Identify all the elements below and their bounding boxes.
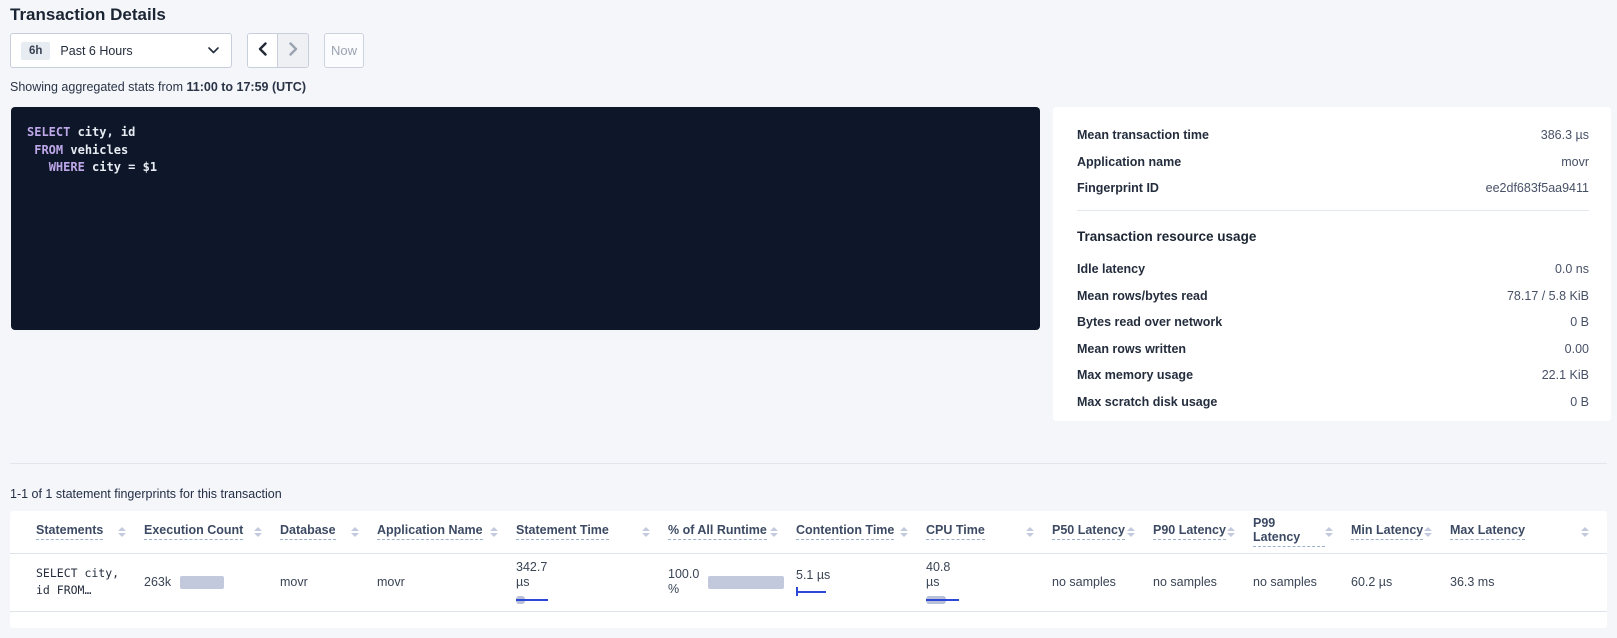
resource-row: Bytes read over network 0 B: [1077, 315, 1589, 329]
col-header-execution-count[interactable]: Execution Count: [144, 511, 280, 553]
cell-statement[interactable]: SELECT city, id FROM…: [10, 553, 144, 611]
previous-time-button[interactable]: [248, 34, 278, 67]
statements-table-card: Statements Execution Count Database Appl…: [10, 511, 1607, 628]
chevron-down-icon: [208, 47, 219, 54]
resource-row: Idle latency 0.0 ns: [1077, 262, 1589, 276]
cell-pct-runtime: 100.0 %: [668, 553, 796, 611]
section-divider: [10, 463, 1607, 464]
cell-p90-latency: no samples: [1153, 553, 1253, 611]
col-header-statement-time[interactable]: Statement Time: [516, 511, 668, 553]
now-button[interactable]: Now: [324, 33, 364, 68]
cell-max-latency: 36.3 ms: [1450, 553, 1607, 611]
time-step-buttons: [247, 33, 309, 68]
sort-arrows-icon[interactable]: [1581, 527, 1589, 537]
resource-usage-title: Transaction resource usage: [1077, 229, 1589, 244]
stats-time-range: 11:00 to 17:59 (UTC): [187, 80, 306, 94]
sql-statement-box: SELECT city, id FROM vehicles WHERE city…: [11, 107, 1040, 330]
chevron-right-icon: [289, 42, 298, 59]
sort-arrows-icon[interactable]: [351, 527, 359, 537]
col-header-application-name[interactable]: Application Name: [377, 511, 516, 553]
sort-arrows-icon[interactable]: [1227, 527, 1235, 537]
chevron-left-icon: [258, 42, 267, 59]
cell-min-latency: 60.2 µs: [1351, 553, 1450, 611]
col-header-contention-time[interactable]: Contention Time: [796, 511, 926, 553]
next-time-button[interactable]: [278, 34, 308, 67]
sort-arrows-icon[interactable]: [1424, 527, 1432, 537]
transaction-summary-panel: Mean transaction time 386.3 µs Applicati…: [1053, 107, 1611, 421]
statements-count-caption: 1-1 of 1 statement fingerprints for this…: [10, 487, 282, 501]
summary-divider: [1077, 210, 1589, 211]
col-header-pct-runtime[interactable]: % of All Runtime: [668, 511, 796, 553]
page-title: Transaction Details: [10, 5, 166, 25]
cpu-time-bar: [926, 596, 959, 604]
time-range-label: Past 6 Hours: [60, 44, 132, 58]
sort-arrows-icon[interactable]: [118, 527, 126, 537]
sort-arrows-icon[interactable]: [1127, 527, 1135, 537]
cell-contention-time: 5.1 µs: [796, 553, 926, 611]
pct-runtime-bar: [708, 576, 784, 589]
resource-row: Max memory usage 22.1 KiB: [1077, 368, 1589, 382]
col-header-statements[interactable]: Statements: [10, 511, 144, 553]
col-header-database[interactable]: Database: [280, 511, 377, 553]
sort-arrows-icon[interactable]: [642, 527, 650, 537]
col-header-p99-latency[interactable]: P99 Latency: [1253, 511, 1351, 553]
sort-arrows-icon[interactable]: [490, 527, 498, 537]
resource-row: Mean rows/bytes read 78.17 / 5.8 KiB: [1077, 289, 1589, 303]
contention-time-bar: [796, 587, 826, 596]
cell-p50-latency: no samples: [1052, 553, 1153, 611]
summary-row: Application name movr: [1077, 155, 1589, 169]
col-header-min-latency[interactable]: Min Latency: [1351, 511, 1450, 553]
time-range-picker[interactable]: 6h Past 6 Hours: [10, 33, 232, 68]
table-header-row: Statements Execution Count Database Appl…: [10, 511, 1607, 553]
cell-database: movr: [280, 553, 377, 611]
time-range-badge: 6h: [21, 42, 50, 60]
col-header-p90-latency[interactable]: P90 Latency: [1153, 511, 1253, 553]
summary-row: Fingerprint ID ee2df683f5aa9411: [1077, 181, 1589, 195]
sort-arrows-icon[interactable]: [900, 527, 908, 537]
col-header-p50-latency[interactable]: P50 Latency: [1052, 511, 1153, 553]
time-controls: 6h Past 6 Hours Now: [10, 33, 364, 68]
statement-time-bar: [516, 596, 548, 604]
cell-statement-time: 342.7 µs: [516, 553, 668, 611]
aggregated-stats-note: Showing aggregated stats from 11:00 to 1…: [10, 80, 306, 94]
sort-arrows-icon[interactable]: [1026, 527, 1034, 537]
resource-row: Mean rows written 0.00: [1077, 342, 1589, 356]
cell-cpu-time: 40.8 µs: [926, 553, 1052, 611]
resource-row: Max scratch disk usage 0 B: [1077, 395, 1589, 409]
summary-row: Mean transaction time 386.3 µs: [1077, 128, 1589, 142]
cell-execution-count: 263k: [144, 553, 280, 611]
cell-application-name: movr: [377, 553, 516, 611]
execution-count-bar: [180, 576, 224, 589]
col-header-max-latency[interactable]: Max Latency: [1450, 511, 1607, 553]
cell-p99-latency: no samples: [1253, 553, 1351, 611]
col-header-cpu-time[interactable]: CPU Time: [926, 511, 1052, 553]
statement-row: SELECT city, id FROM… 263k movr movr 342…: [10, 553, 1607, 611]
sort-arrows-icon[interactable]: [1325, 527, 1333, 537]
statements-table: Statements Execution Count Database Appl…: [10, 511, 1607, 612]
sort-arrows-icon[interactable]: [770, 527, 778, 537]
sort-arrows-icon[interactable]: [254, 527, 262, 537]
